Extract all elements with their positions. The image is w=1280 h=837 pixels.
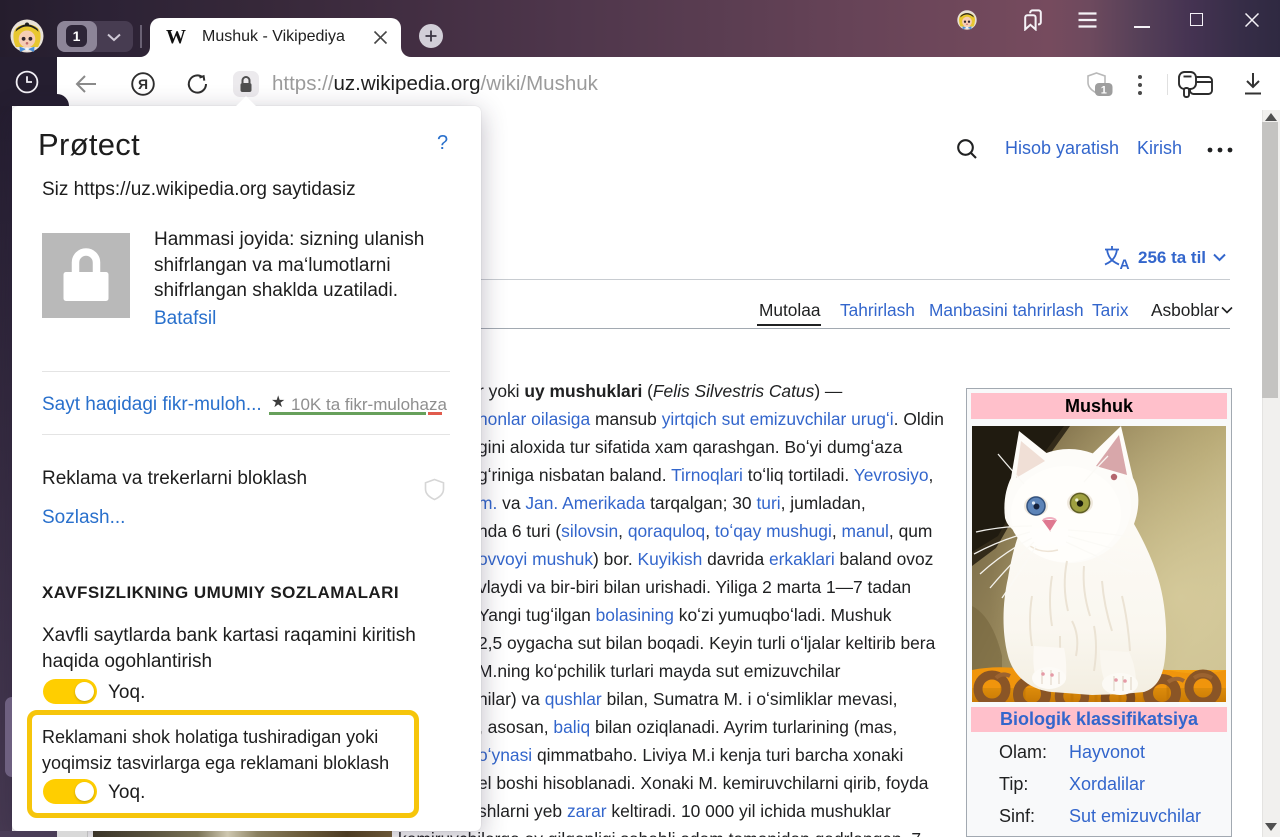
svg-text:Я: Я	[138, 76, 148, 92]
svg-text:1: 1	[1101, 84, 1107, 96]
svg-text:A: A	[1120, 256, 1130, 270]
